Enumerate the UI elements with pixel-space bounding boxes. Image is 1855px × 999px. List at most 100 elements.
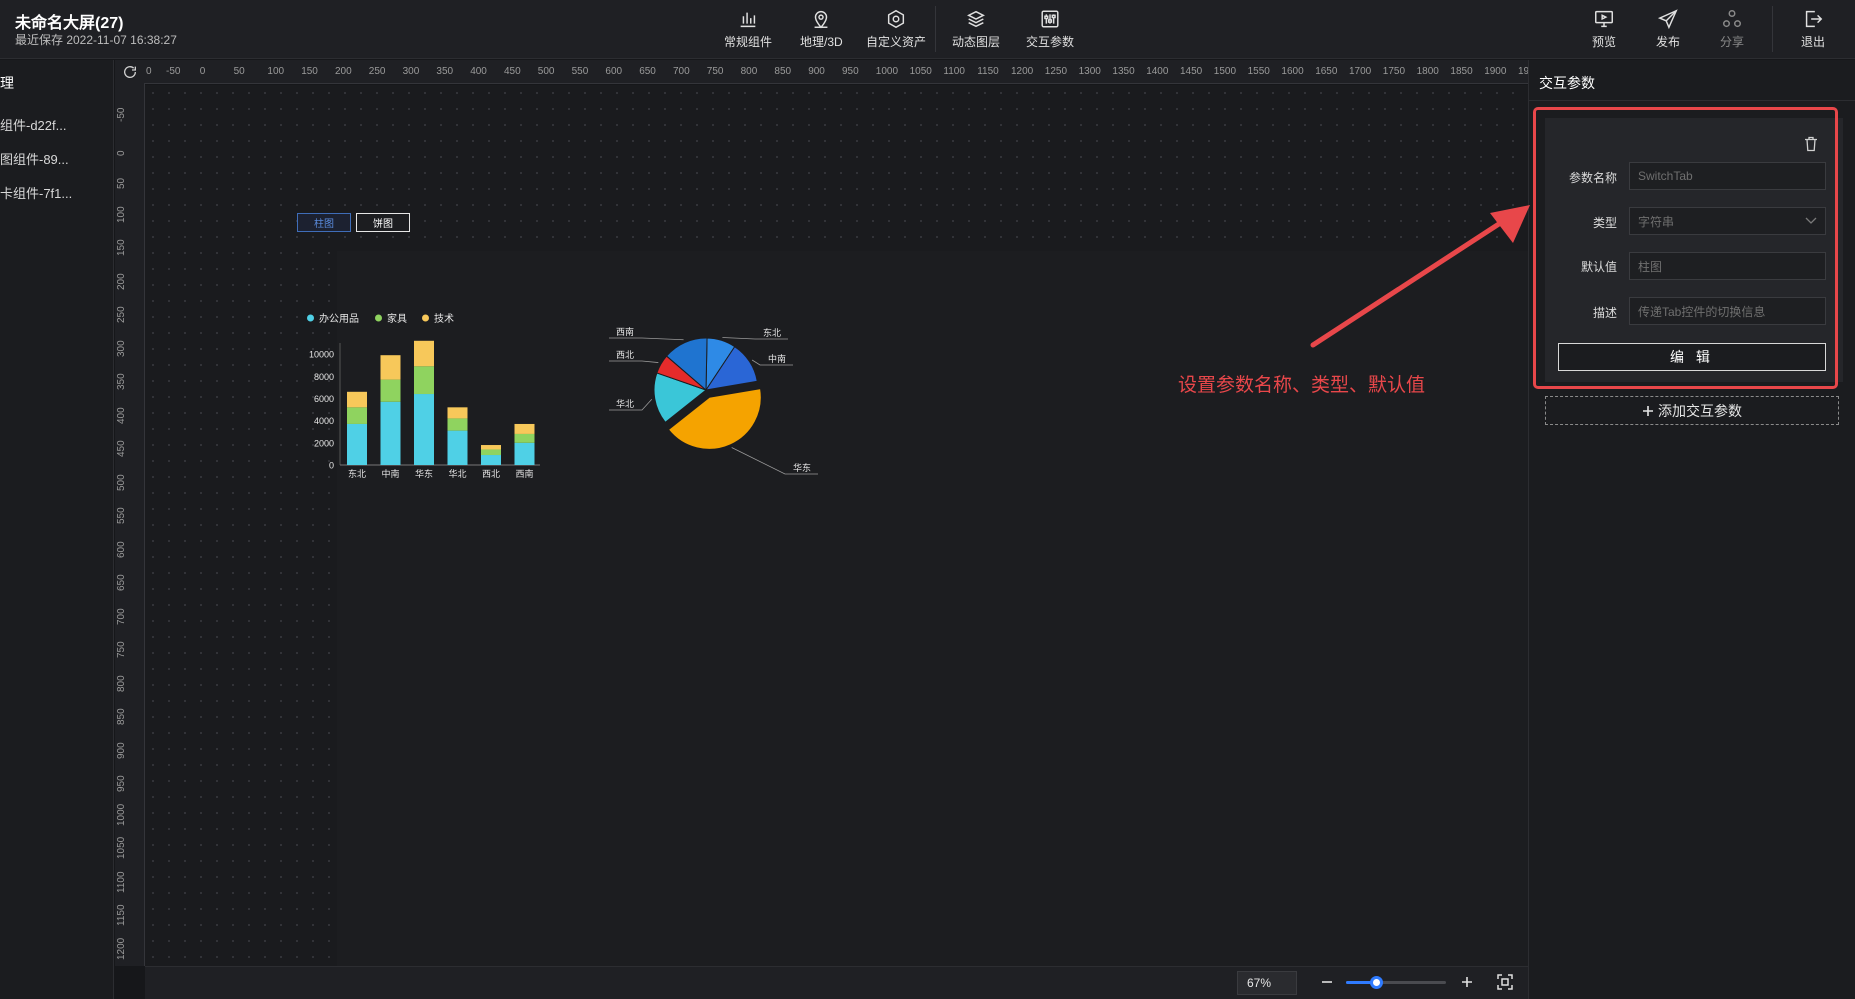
zoom-slider-handle[interactable]	[1370, 976, 1383, 989]
bar-segment	[447, 407, 468, 419]
ruler-tick-label: 150	[301, 66, 318, 77]
layer-item[interactable]: 图组件-89...	[0, 149, 69, 168]
hexagon-icon	[887, 9, 905, 29]
ruler-tick-label: 300	[402, 66, 420, 77]
bar-segment	[380, 355, 401, 380]
project-title: 未命名大屏(27)	[15, 15, 124, 32]
ruler-tick-label: 1450	[1180, 66, 1203, 77]
fit-screen-button[interactable]	[1496, 973, 1514, 991]
share-button[interactable]: 分享	[1720, 8, 1744, 52]
layer-item[interactable]: 卡组件-7f1...	[0, 183, 72, 202]
minus-icon	[1322, 981, 1332, 983]
zoom-slider[interactable]	[1346, 976, 1446, 989]
bar-segment	[414, 366, 434, 395]
ruler-tick-label: 450	[504, 66, 521, 77]
action-label: 预览	[1592, 35, 1617, 49]
preview-button[interactable]: 预览	[1592, 8, 1616, 52]
ruler-tick-label: 1100	[116, 870, 127, 893]
tool-common-components[interactable]: 常规组件	[724, 8, 772, 52]
ruler-tick-label: 1950	[1518, 66, 1528, 77]
tool-interaction-params[interactable]: 交互参数	[1026, 8, 1074, 52]
ruler-tick-label: 600	[605, 66, 623, 77]
add-param-button[interactable]: 添加交互参数	[1545, 396, 1839, 425]
ruler-tick-label: 1000	[116, 803, 127, 826]
ruler-tick-label: 500	[537, 66, 555, 77]
ruler-tick-label: 1050	[909, 66, 932, 77]
pie-label: 中南	[768, 353, 786, 364]
ruler-tick-label: 800	[116, 674, 127, 692]
ruler-tick-label: 650	[116, 574, 127, 591]
legend-swatch	[422, 314, 429, 322]
vertical-ruler: -50 0 50 100 150 200 250 300 350 400 450 500 550 600 6…	[115, 84, 145, 966]
ruler-tick-label: 1050	[116, 836, 127, 859]
ruler-reset-button[interactable]	[115, 60, 144, 84]
y-tick-label: 6000	[314, 394, 334, 404]
ruler-tick-label: 400	[470, 66, 487, 77]
ruler-tick-label: 900	[808, 66, 825, 77]
ruler-tick-label: 700	[673, 66, 690, 77]
ruler-tick-label: -50	[116, 107, 127, 122]
ruler-tick-label: 450	[116, 440, 127, 457]
tab-bar-chart[interactable]: 柱图	[297, 213, 351, 232]
pie-leader-line	[609, 360, 659, 363]
ruler-tick-label: 700	[116, 607, 127, 625]
ruler-tick-label: 50	[116, 177, 127, 189]
ruler-tick-label: 1100	[943, 66, 965, 77]
ruler-tick-label: 900	[116, 741, 127, 759]
zoom-in-button[interactable]	[1459, 974, 1475, 990]
bar-segment	[514, 423, 535, 434]
annotation-text: 设置参数名称、类型、默认值	[1178, 375, 1426, 396]
ruler-tick-label: 1600	[1281, 66, 1304, 77]
ruler-tick-label: 750	[116, 641, 127, 658]
tool-geo-3d[interactable]: 地理/3D	[800, 8, 843, 52]
ruler-tick-label: 300	[116, 339, 127, 357]
zoom-out-button[interactable]	[1319, 974, 1335, 990]
y-tick-label: 8000	[314, 372, 334, 382]
x-tick-label: 西北	[482, 469, 500, 479]
ruler-tick-label: 1550	[1247, 66, 1270, 77]
ruler-tick-label: 1750	[1382, 66, 1406, 77]
ruler-tick-label: 250	[368, 66, 386, 77]
toolbar-divider	[1772, 6, 1773, 52]
ruler-tick-label: 1350	[1112, 66, 1135, 77]
ruler-tick-label: 500	[116, 473, 127, 491]
pie-label: 西北	[616, 350, 634, 360]
tool-label: 自定义资产	[866, 35, 927, 49]
bar-segment	[447, 430, 468, 465]
horizontal-ruler: 0 -50 0 50 100 150 200 250 300 350 400 450 500 550 600…	[144, 60, 1528, 84]
fit-screen-icon	[1497, 974, 1513, 990]
pie-label: 东北	[763, 327, 781, 338]
layer-item[interactable]: 组件-d22f...	[0, 115, 66, 134]
ruler-tick-label: 650	[639, 66, 656, 77]
sliders-icon	[1041, 10, 1059, 28]
legend-swatch	[375, 314, 382, 322]
tool-dynamic-layers[interactable]: 动态图层	[952, 8, 1000, 52]
ruler-tick-label: 550	[116, 507, 127, 524]
top-bar: 未命名大屏(27) 最近保存 2022-11-07 16:38:27 常规组件 …	[0, 0, 1855, 59]
stacked-bar-chart: 办公用品 家具 技术 0 2000 4000 6000 8000 10000 东北 中南 华东 华北 西北…	[307, 312, 540, 479]
ruler-tick-label: 850	[774, 66, 792, 77]
tool-custom-assets[interactable]: 自定义资产	[866, 8, 926, 52]
ruler-tick-label: 600	[116, 540, 127, 558]
exit-button[interactable]: 退出	[1801, 8, 1825, 52]
tab-pie-chart[interactable]: 饼图	[356, 213, 410, 232]
bar-segment	[414, 394, 434, 465]
action-label: 分享	[1720, 35, 1745, 49]
exit-icon	[1805, 10, 1823, 28]
bar-segment	[481, 449, 501, 456]
ruler-tick-label: 1850	[1450, 66, 1473, 77]
annotation-highlight-box	[1533, 107, 1838, 389]
plus-icon	[1462, 977, 1472, 987]
right-panel-title: 交互参数	[1539, 75, 1595, 91]
tool-label: 动态图层	[952, 35, 1001, 49]
ruler-tick-label: 0	[199, 66, 206, 77]
tool-label: 常规组件	[724, 35, 773, 49]
ruler-tick-label: 1500	[1213, 66, 1237, 77]
zoom-input[interactable]: 67%	[1237, 971, 1297, 995]
ruler-tick-label: 1700	[1349, 66, 1372, 77]
legend-label: 办公用品	[319, 312, 359, 325]
publish-button[interactable]: 发布	[1656, 8, 1680, 52]
pie-label: 华北	[616, 398, 634, 409]
ruler-tick-label: 1200	[116, 937, 127, 960]
ruler-tick-label: 1150	[977, 66, 999, 77]
